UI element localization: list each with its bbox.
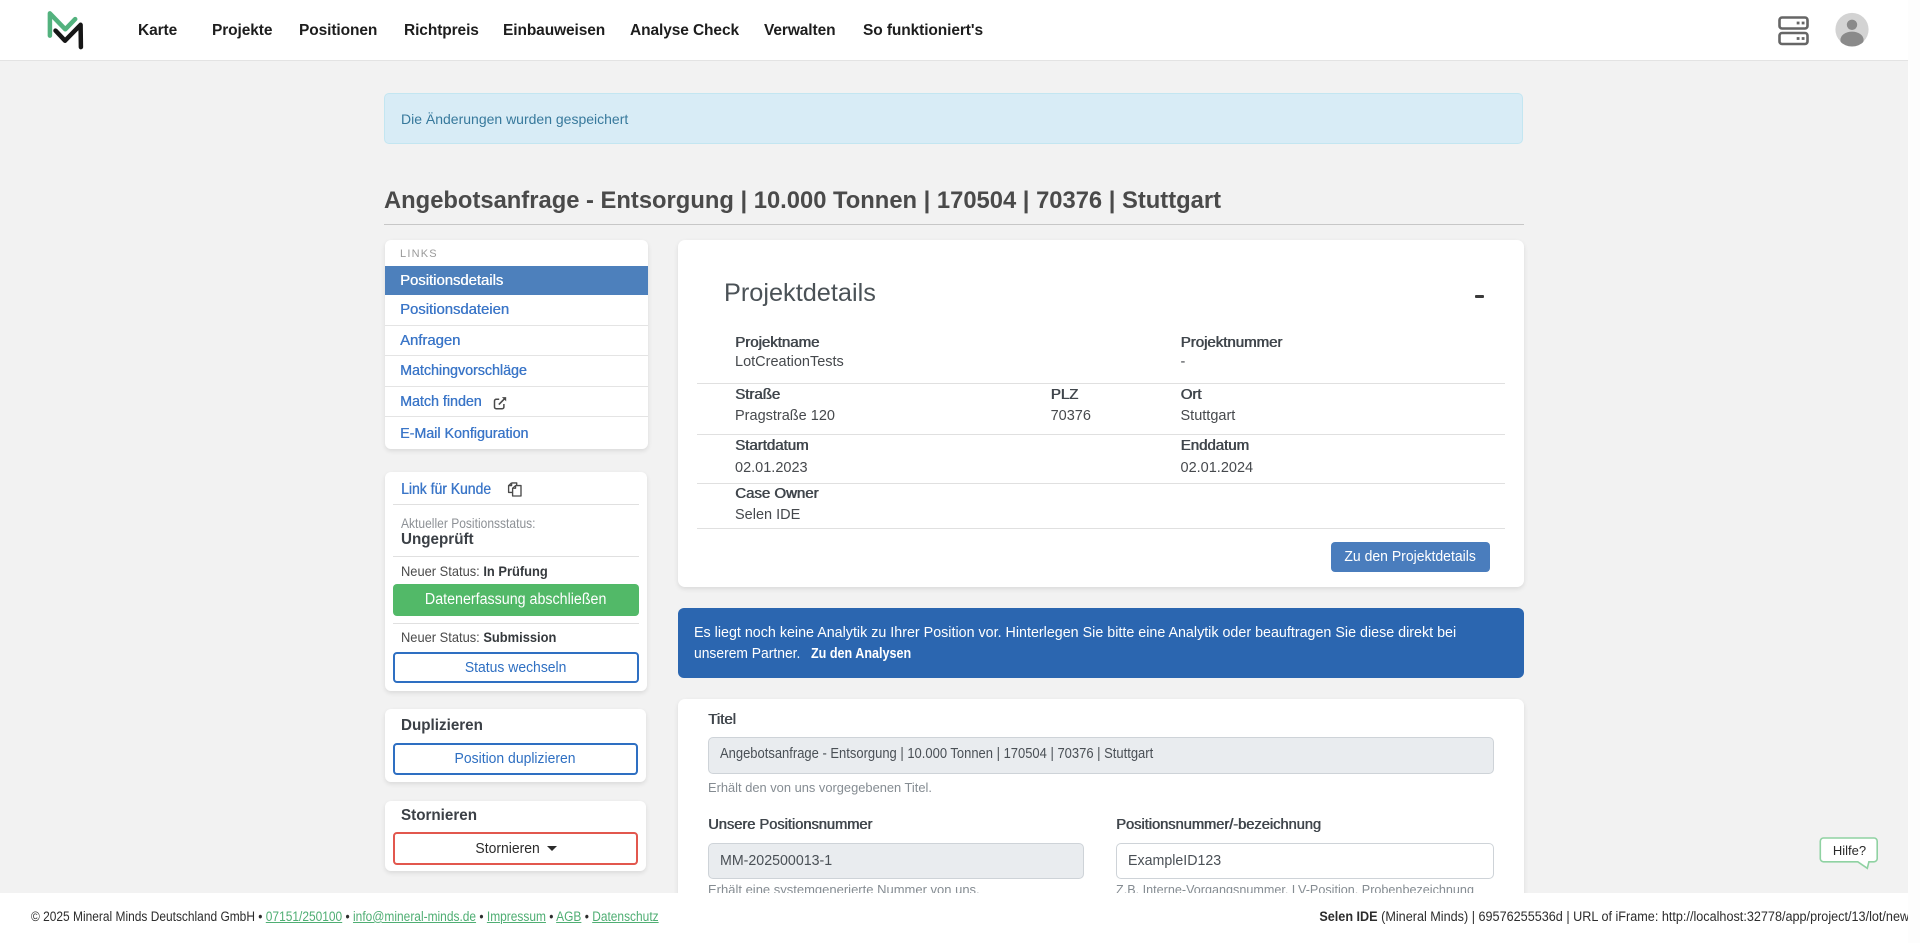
svg-text:Hilfe?: Hilfe?	[1833, 843, 1866, 858]
